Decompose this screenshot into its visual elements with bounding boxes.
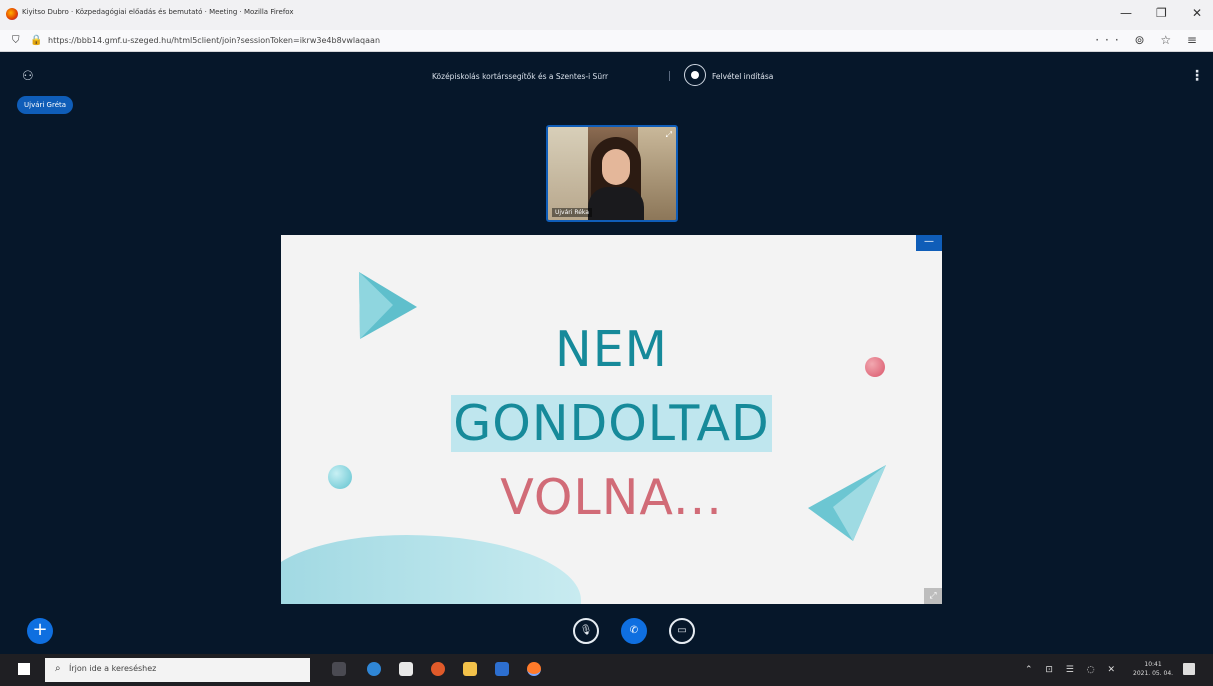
url-text[interactable]: https://bbb14.gmf.u-szeged.hu/html5clien… [48,36,380,45]
address-bar: ⛉ 🔒 https://bbb14.gmf.u-szeged.hu/html5c… [0,30,1213,52]
task-view-icon[interactable] [332,662,346,676]
fit-to-width-button[interactable]: ⤢ [924,588,942,604]
slide-line-1: NEM [555,321,668,378]
slide-line-2: GONDOLTAD [281,395,942,452]
slide-line-2-text: GONDOLTAD [451,395,772,452]
windows-start-icon[interactable] [18,663,30,675]
users-icon[interactable]: ⚇ [22,69,34,84]
participant-face [602,149,630,185]
minimize-window-button[interactable]: — [1120,6,1132,20]
webcam-tile[interactable]: ⤢ Ujvári Réka [546,125,678,222]
options-menu-icon[interactable]: ⋮ [1190,68,1204,84]
search-placeholder: Írjon ide a kereséshez [69,664,157,673]
taskbar-search-box[interactable]: ⌕ Írjon ide a kereséshez [45,658,310,682]
firefox-taskbar-icon[interactable] [527,662,541,676]
recording-label[interactable]: Felvétel indítása [712,72,773,81]
presentation-slide: NEM GONDOLTAD VOLNA... — ⤢ [281,235,942,604]
file-explorer-icon[interactable] [463,662,477,676]
meeting-area: ⚇ Ujvári Gréta Középiskolás kortárssegít… [0,52,1213,654]
taskbar: ⌕ Írjon ide a kereséshez ⌃ ⊡ ☰ ◌ ✕ 10:41… [0,654,1213,686]
participant-body [588,187,644,220]
meeting-title: Középiskolás kortárssegítők és a Szentes… [432,72,609,81]
browser-toolbar-icons[interactable]: ··· ⊚ ☆ ≡ [1095,33,1203,47]
fullscreen-icon[interactable]: ⤢ [666,130,672,140]
close-window-button[interactable]: ✕ [1192,6,1202,20]
search-icon: ⌕ [55,663,61,674]
firefox-icon [6,8,18,20]
share-screen-button[interactable]: ▭ [669,618,695,644]
maximize-window-button[interactable]: ❐ [1156,6,1167,20]
mail-icon[interactable] [495,662,509,676]
office-icon[interactable] [431,662,445,676]
store-icon[interactable] [399,662,413,676]
lock-icon[interactable]: 🔒 [30,35,42,46]
taskbar-clock[interactable]: 10:41 2021. 05. 04. [1133,660,1173,678]
system-tray-icons[interactable]: ⌃ ⊡ ☰ ◌ ✕ [1025,665,1120,675]
presenter-pill[interactable]: Ujvári Gréta [17,96,74,114]
webcam-name-label: Ujvári Réka [552,208,592,217]
minimize-presentation-button[interactable]: — [916,235,942,251]
notification-icon[interactable] [1183,663,1195,675]
slide-line-3: VOLNA... [500,469,723,526]
header-divider [669,71,670,81]
record-icon[interactable] [684,64,706,86]
clock-date: 2021. 05. 04. [1133,670,1174,677]
mute-button[interactable]: 🎙 [573,618,599,644]
leave-audio-button[interactable]: ✆ [621,618,647,644]
browser-titlebar: Kiyitso Dubro · Közpedagógiai előadás és… [0,0,1213,30]
window-title: Kiyitso Dubro · Közpedagógiai előadás és… [22,8,294,16]
edge-icon[interactable] [367,662,381,676]
clock-time: 10:41 [1144,661,1162,668]
actions-plus-button[interactable]: + [27,618,53,644]
shield-icon[interactable]: ⛉ [12,35,20,46]
